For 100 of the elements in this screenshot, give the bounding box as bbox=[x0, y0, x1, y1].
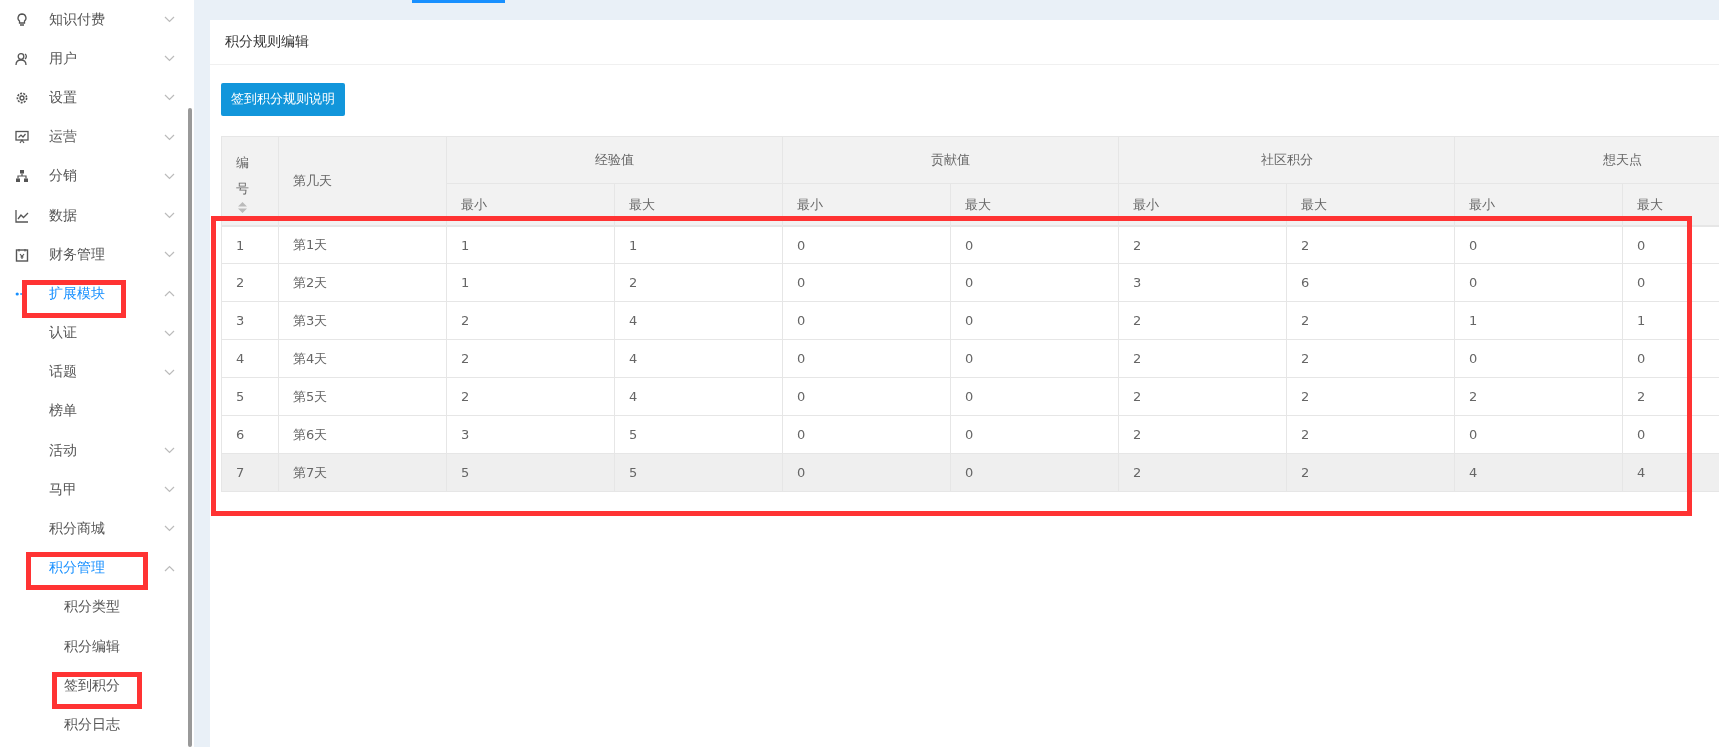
sidebar-item[interactable]: 分销 bbox=[45, 165, 81, 188]
table-cell: 2 bbox=[1119, 454, 1287, 492]
presentation-icon bbox=[15, 130, 29, 145]
sidebar-item[interactable]: 积分编辑 bbox=[60, 635, 124, 658]
table-cell: 2 bbox=[1623, 378, 1719, 416]
table-cell: 1 bbox=[1623, 302, 1719, 340]
table-cell: 第2天 bbox=[279, 264, 447, 302]
table-cell: 2 bbox=[447, 302, 615, 340]
table-cell: 6 bbox=[1287, 264, 1455, 302]
table-cell: 第7天 bbox=[279, 454, 447, 492]
group-header: 社区积分 bbox=[1119, 137, 1455, 184]
sidebar-item[interactable]: 活动 bbox=[45, 439, 81, 462]
table-cell: 4 bbox=[1623, 454, 1719, 492]
column-header: 最小 bbox=[447, 184, 615, 226]
chevron-down-icon[interactable] bbox=[164, 211, 175, 219]
hierarchy-icon bbox=[15, 169, 29, 184]
table-cell: 2 bbox=[1119, 378, 1287, 416]
table-cell: 0 bbox=[1623, 226, 1719, 264]
chevron-down-icon[interactable] bbox=[164, 251, 175, 259]
table-cell: 2 bbox=[447, 378, 615, 416]
chevron-down-icon[interactable] bbox=[164, 447, 175, 455]
table-cell: 2 bbox=[222, 264, 279, 302]
sidebar-item[interactable]: 榜单 bbox=[45, 400, 81, 423]
chevron-down-icon[interactable] bbox=[164, 486, 175, 494]
table-cell: 2 bbox=[1287, 302, 1455, 340]
chevron-down-icon[interactable] bbox=[164, 94, 175, 102]
table-cell: 4 bbox=[615, 302, 783, 340]
chevron-down-icon[interactable] bbox=[164, 329, 175, 337]
settings-icon bbox=[15, 90, 29, 105]
column-header: 最大 bbox=[1623, 184, 1719, 226]
table-cell: 2 bbox=[615, 264, 783, 302]
chevron-down-icon[interactable] bbox=[164, 172, 175, 180]
table-cell: 4 bbox=[615, 378, 783, 416]
table-cell: 2 bbox=[1119, 302, 1287, 340]
chevron-down-icon[interactable] bbox=[164, 368, 175, 376]
sidebar-item[interactable]: 运营 bbox=[45, 126, 81, 149]
table-cell: 0 bbox=[1623, 340, 1719, 378]
table-cell: 0 bbox=[783, 378, 951, 416]
table-cell: 1 bbox=[222, 226, 279, 264]
chevron-up-icon[interactable] bbox=[164, 564, 175, 572]
sort-icon[interactable] bbox=[238, 201, 247, 213]
sidebar-item[interactable]: 积分商城 bbox=[45, 518, 109, 541]
sidebar-item[interactable]: 知识付费 bbox=[45, 8, 109, 31]
users-icon bbox=[15, 51, 29, 66]
table-cell: 0 bbox=[1455, 340, 1623, 378]
table-cell: 1 bbox=[447, 264, 615, 302]
column-title: 第几天 bbox=[293, 172, 332, 190]
sidebar-item[interactable]: 用户 bbox=[45, 47, 81, 70]
table-cell: 2 bbox=[1287, 378, 1455, 416]
table-cell: 0 bbox=[783, 226, 951, 264]
table-cell: 2 bbox=[1455, 378, 1623, 416]
line-chart-icon bbox=[15, 208, 29, 223]
scrollbar-thumb[interactable] bbox=[188, 108, 192, 747]
table-cell: 1 bbox=[447, 226, 615, 264]
table-cell: 4 bbox=[222, 340, 279, 378]
sidebar-item[interactable]: 积分日志 bbox=[60, 713, 124, 736]
group-header: 经验值 bbox=[447, 137, 783, 184]
lightbulb-icon bbox=[15, 12, 29, 27]
chevron-down-icon[interactable] bbox=[164, 16, 175, 23]
chevron-up-icon[interactable] bbox=[164, 290, 175, 298]
table-cell: 7 bbox=[222, 454, 279, 492]
sidebar-item[interactable]: 马甲 bbox=[45, 478, 81, 501]
table-cell: 0 bbox=[783, 340, 951, 378]
sidebar-item[interactable]: 认证 bbox=[45, 322, 81, 345]
table-cell: 2 bbox=[1287, 340, 1455, 378]
table-cell: 0 bbox=[951, 378, 1119, 416]
table-cell: 0 bbox=[951, 340, 1119, 378]
column-title: 编号 bbox=[236, 153, 249, 198]
group-header: 想天点 bbox=[1455, 137, 1719, 184]
table-cell: 0 bbox=[1455, 226, 1623, 264]
table-cell: 0 bbox=[783, 454, 951, 492]
table-cell: 0 bbox=[783, 264, 951, 302]
sidebar-item[interactable]: 话题 bbox=[45, 361, 81, 384]
table-cell: 2 bbox=[1119, 340, 1287, 378]
column-header: 最大 bbox=[615, 184, 783, 226]
sidebar-item[interactable]: 签到积分 bbox=[60, 674, 124, 697]
table-cell: 0 bbox=[1623, 264, 1719, 302]
table-cell: 0 bbox=[951, 264, 1119, 302]
sidebar-item[interactable]: 数据 bbox=[45, 204, 81, 227]
table-cell: 0 bbox=[1455, 264, 1623, 302]
sidebar-item[interactable]: 财务管理 bbox=[45, 243, 109, 266]
group-header: 贡献值 bbox=[783, 137, 1119, 184]
chevron-down-icon[interactable] bbox=[164, 55, 175, 63]
column-header: 最小 bbox=[1119, 184, 1287, 226]
chevron-down-icon[interactable] bbox=[164, 525, 175, 533]
table-cell: 2 bbox=[1287, 454, 1455, 492]
sidebar-item[interactable]: 设置 bbox=[45, 86, 81, 109]
sidebar-item[interactable]: 积分类型 bbox=[60, 596, 124, 619]
column-header: 最小 bbox=[783, 184, 951, 226]
chevron-down-icon[interactable] bbox=[164, 133, 175, 141]
table-cell: 第4天 bbox=[279, 340, 447, 378]
table-cell: 第1天 bbox=[279, 226, 447, 264]
table-cell: 4 bbox=[1455, 454, 1623, 492]
table-cell: 4 bbox=[615, 340, 783, 378]
table-cell: 2 bbox=[1119, 226, 1287, 264]
table-cell: 第3天 bbox=[279, 302, 447, 340]
table-cell: 1 bbox=[615, 226, 783, 264]
table-cell: 5 bbox=[222, 378, 279, 416]
table-cell: 0 bbox=[783, 302, 951, 340]
table-cell: 5 bbox=[615, 454, 783, 492]
